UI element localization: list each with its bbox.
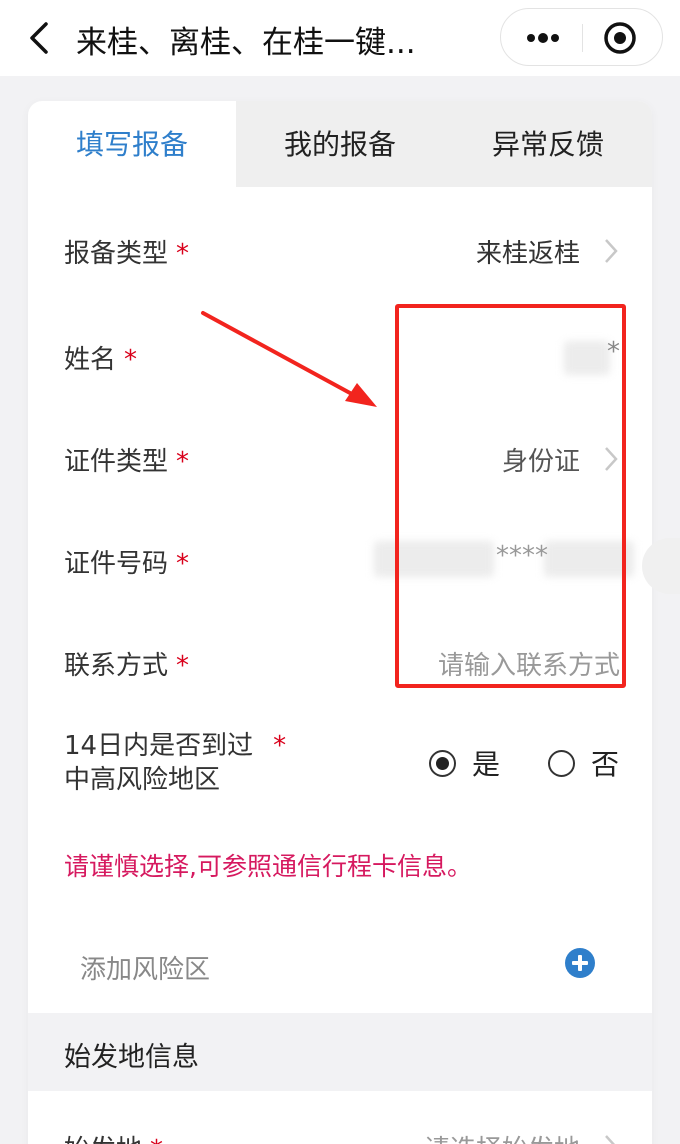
report-type-value: 来桂返桂: [475, 239, 580, 269]
origin-label: 始发地*: [64, 1129, 163, 1144]
target-circle-icon[interactable]: [602, 20, 638, 56]
radio-yes-indicator: [429, 749, 456, 777]
report-type-label: 报备类型 *: [64, 239, 190, 269]
report-type-row[interactable]: 报备类型 * 来桂返桂: [64, 231, 620, 271]
risk-question-row: 14日内是否到过 * 中高风险地区 是 否: [64, 729, 620, 799]
more-dots-icon[interactable]: [517, 21, 567, 55]
capsule-divider: [582, 24, 583, 52]
id-type-value: 身份证: [501, 447, 580, 477]
radio-yes[interactable]: 是: [429, 743, 500, 783]
top-nav-bar: 来桂、离桂、在桂一键...: [0, 0, 680, 76]
risk-notice: 请谨慎选择,可参照通信行程卡信息。: [64, 852, 472, 881]
risk-question-label: 14日内是否到过 * 中高风险地区: [64, 731, 287, 795]
radio-no-label: 否: [591, 748, 620, 781]
contact-input[interactable]: 请输入联系方式: [438, 645, 620, 682]
origin-row[interactable]: 始发地* 请选择始发地: [64, 1127, 620, 1144]
radio-no[interactable]: 否: [548, 743, 619, 783]
tab-bar: 填写报备 我的报备 异常反馈: [28, 101, 652, 187]
add-risk-area-label[interactable]: 添加风险区: [80, 949, 210, 986]
report-form-card: 填写报备 我的报备 异常反馈 报备类型 * 来桂返桂 姓名 * * 证件类型 * 身份…: [28, 101, 652, 1144]
radio-yes-label: 是: [472, 748, 501, 781]
tab-exception-feedback[interactable]: 异常反馈: [444, 101, 652, 187]
id-number-value[interactable]: ****: [496, 541, 548, 571]
name-redaction: [564, 341, 610, 375]
id-number-label: 证件号码 *: [64, 549, 190, 579]
id-type-row[interactable]: 证件类型 * 身份证: [64, 439, 620, 479]
name-label: 姓名 *: [64, 345, 138, 375]
plus-circle-icon[interactable]: [564, 947, 596, 979]
contact-label: 联系方式 *: [64, 651, 190, 681]
mini-program-capsule: [500, 8, 663, 66]
id-number-row[interactable]: 证件号码 * ****: [64, 541, 634, 581]
name-value[interactable]: *: [607, 337, 620, 367]
id-number-redaction-left: [374, 541, 494, 577]
chevron-right-icon: [605, 1135, 615, 1144]
id-type-label: 证件类型 *: [64, 447, 190, 477]
tab-fill-report[interactable]: 填写报备: [28, 101, 236, 187]
origin-select[interactable]: 请选择始发地: [424, 1129, 580, 1144]
name-row[interactable]: 姓名 * *: [64, 337, 620, 377]
chevron-left-icon[interactable]: [22, 18, 58, 58]
id-number-redaction-right: [544, 541, 634, 577]
contact-row[interactable]: 联系方式 * 请输入联系方式: [64, 643, 620, 683]
origin-section-title: 始发地信息: [64, 1042, 199, 1073]
radio-no-indicator: [548, 749, 575, 777]
page-title: 来桂、离桂、在桂一键...: [76, 25, 416, 61]
chevron-right-icon: [605, 239, 618, 263]
tab-my-reports[interactable]: 我的报备: [236, 101, 444, 187]
origin-section-header: 始发地信息: [28, 1013, 652, 1091]
chevron-right-icon: [605, 447, 618, 471]
